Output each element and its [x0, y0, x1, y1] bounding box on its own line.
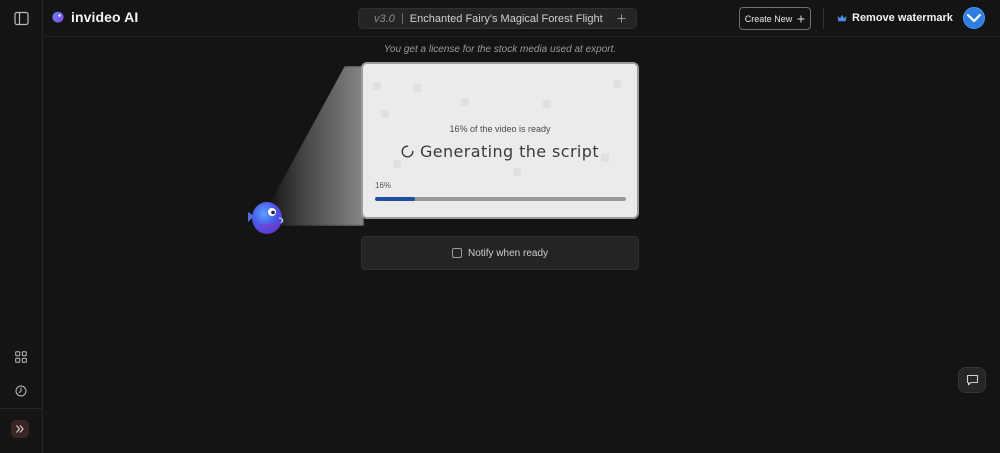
- brand-name: invideo AI: [71, 9, 139, 25]
- clock-icon: [15, 385, 27, 397]
- version-label: v3.0: [374, 12, 395, 25]
- sidebar-item-history[interactable]: [9, 379, 33, 403]
- decorative-dot: [513, 168, 521, 176]
- ready-percentage-text: 16% of the video is ready: [449, 124, 551, 134]
- progress-bar: [375, 197, 626, 201]
- header-divider: [823, 8, 824, 29]
- sidebar-toggle-button[interactable]: [9, 6, 33, 30]
- add-tab-button[interactable]: [606, 14, 636, 23]
- grid-icon: [15, 351, 27, 363]
- sidebar-panel-icon: [13, 11, 29, 25]
- license-note: You get a license for the stock media us…: [383, 44, 617, 55]
- video-preview-card: 16% of the video is ready Generating the…: [361, 62, 639, 219]
- notify-checkbox[interactable]: [451, 248, 462, 258]
- decorative-dot: [413, 84, 421, 92]
- progress-bar-fill: [375, 197, 416, 201]
- decorative-dot: [543, 100, 551, 108]
- decorative-dot: [381, 110, 389, 118]
- sidebar: [0, 0, 43, 453]
- brand-logo[interactable]: invideo AI: [51, 9, 138, 25]
- remove-watermark-button[interactable]: Remove watermark: [837, 11, 953, 25]
- avatar-brand-icon: [967, 13, 981, 23]
- progress-percent-label: 16%: [375, 181, 392, 190]
- create-new-label: Create New: [744, 13, 793, 24]
- loading-spinner-icon: [401, 145, 414, 158]
- top-header: invideo AI v3.0 Enchanted Fairy's Magica…: [43, 0, 1000, 37]
- sidebar-expand-button[interactable]: [11, 420, 29, 438]
- remove-watermark-label: Remove watermark: [852, 12, 953, 24]
- chat-support-button[interactable]: [958, 367, 986, 393]
- project-title-bar[interactable]: v3.0 Enchanted Fairy's Magical Forest Fl…: [358, 8, 637, 29]
- sidebar-divider: [0, 408, 42, 409]
- mascot-fish-icon: [248, 202, 284, 234]
- decorative-dot: [613, 80, 621, 88]
- plus-icon: [797, 15, 805, 22]
- plus-icon: [617, 14, 625, 23]
- generation-status: Generating the script: [363, 142, 637, 161]
- project-title[interactable]: Enchanted Fairy's Magical Forest Flight: [403, 13, 606, 25]
- user-avatar[interactable]: [963, 7, 985, 29]
- fish-logo-icon: [52, 11, 64, 23]
- create-new-button[interactable]: Create New: [739, 7, 811, 30]
- status-text: Generating the script: [419, 142, 600, 161]
- chevrons-right-icon: [16, 425, 24, 433]
- crown-icon: [837, 14, 847, 22]
- decorative-dot: [461, 98, 469, 106]
- app-root: invideo AI v3.0 Enchanted Fairy's Magica…: [0, 0, 1000, 453]
- sidebar-item-templates[interactable]: [9, 345, 33, 369]
- decorative-dot: [373, 82, 381, 90]
- chat-bubble-icon: [966, 374, 978, 386]
- notify-when-ready-option[interactable]: Notify when ready: [361, 236, 639, 270]
- decorative-dot: [393, 160, 401, 168]
- notify-label: Notify when ready: [467, 247, 549, 259]
